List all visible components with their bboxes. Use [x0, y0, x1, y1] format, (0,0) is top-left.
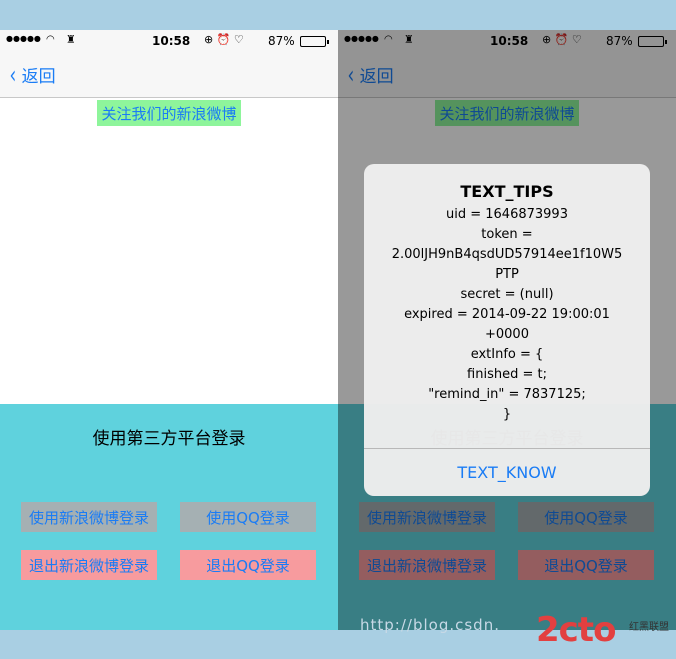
battery-icon: [300, 36, 329, 47]
alert-message-line: expired = 2014-09-22 19:00:01: [404, 307, 610, 322]
qq-logout-button[interactable]: 退出QQ登录: [180, 550, 316, 580]
status-bar: ●●●●● ◠ ♜ 10:58 ⊕ ⏰ ♡ 87%: [0, 30, 338, 52]
qq-login-button[interactable]: 使用QQ登录: [180, 502, 316, 532]
chevron-left-icon: ‹: [9, 60, 17, 89]
alert-message-line: secret = (null): [460, 287, 554, 302]
watermark-url: http://blog.csdn.: [360, 616, 500, 634]
alert-message-line: PTP: [495, 267, 519, 282]
alert-message-line: extInfo = {: [470, 347, 544, 362]
alert-message-line: finished = t;: [467, 367, 547, 382]
brand-logo: 2cto: [536, 610, 616, 650]
alert-body: TEXT_TIPS uid = 1646873993 token = 2.00lJH…: [364, 164, 650, 425]
alert-dialog: TEXT_TIPS uid = 1646873993 token = 2.00lJH…: [364, 164, 650, 496]
phone-screen-left: ●●●●● ◠ ♜ 10:58 ⊕ ⏰ ♡ 87% ‹ 返回 关注我们的新浪微博…: [0, 30, 338, 630]
login-panel: 使用第三方平台登录 使用新浪微博登录 使用QQ登录 退出新浪微博登录 退出QQ登…: [0, 404, 338, 630]
alert-title: TEXT_TIPS: [460, 182, 554, 201]
status-time: 10:58: [152, 34, 191, 48]
alert-message-line: +0000: [485, 327, 529, 342]
alert-message-line: token =: [481, 227, 533, 242]
signal-icon: ●●●●●: [6, 34, 41, 43]
follow-weibo-button[interactable]: 关注我们的新浪微博: [97, 100, 241, 126]
weibo-logout-button[interactable]: 退出新浪微博登录: [21, 550, 157, 580]
wifi-icon: ◠: [46, 34, 55, 45]
status-indicator-icons: ⊕ ⏰ ♡: [204, 33, 244, 46]
weibo-login-button[interactable]: 使用新浪微博登录: [21, 502, 157, 532]
battery-percent: 87%: [268, 34, 295, 48]
app-badge-icon: ♜: [66, 33, 76, 46]
alert-message-line: uid = 1646873993: [446, 207, 568, 222]
alert-message-line: "remind_in" = 7837125;: [428, 387, 586, 402]
alert-message-line: }: [502, 407, 512, 422]
alert-message: uid = 1646873993 token = 2.00lJH9nB4qsdUD5…: [374, 205, 640, 425]
alert-message-line: 2.00lJH9nB4qsdUD57914ee1f10W5: [391, 247, 623, 262]
alert-ok-button[interactable]: TEXT_KNOW: [364, 449, 650, 496]
back-button[interactable]: ‹ 返回: [8, 60, 56, 89]
login-title: 使用第三方平台登录: [92, 429, 246, 449]
back-label: 返回: [21, 67, 56, 87]
phone-screen-right: ●●●●● ◠ ♜ 10:58 ⊕ ⏰ ♡ 87% ‹ 返回 关注我们的新浪微博…: [338, 30, 676, 630]
brand-subtitle: 红黑联盟: [629, 622, 669, 633]
navigation-bar: ‹ 返回: [0, 52, 338, 98]
